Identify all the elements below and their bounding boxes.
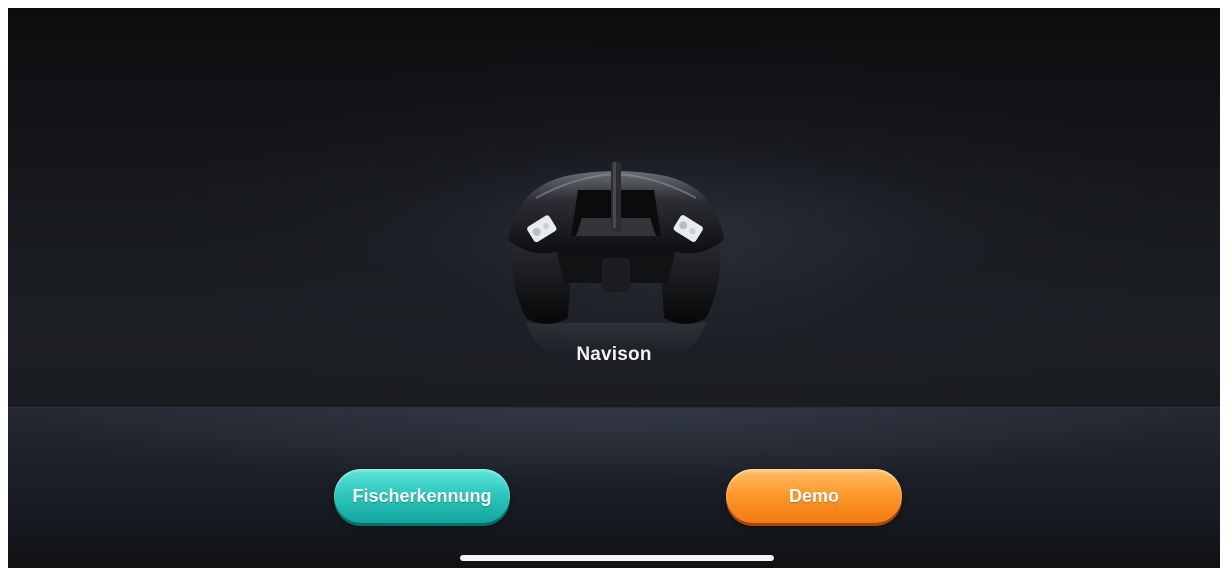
home-indicator[interactable] xyxy=(460,555,774,561)
background-lower xyxy=(8,408,1220,568)
app-screen: Navison Fischerkennung Demo xyxy=(8,8,1220,568)
floor-divider xyxy=(8,407,1220,408)
bait-boat-icon xyxy=(496,158,736,358)
product-name: Navison xyxy=(576,344,652,365)
demo-button[interactable]: Demo xyxy=(726,469,902,523)
fischerkennung-button[interactable]: Fischerkennung xyxy=(334,469,510,523)
